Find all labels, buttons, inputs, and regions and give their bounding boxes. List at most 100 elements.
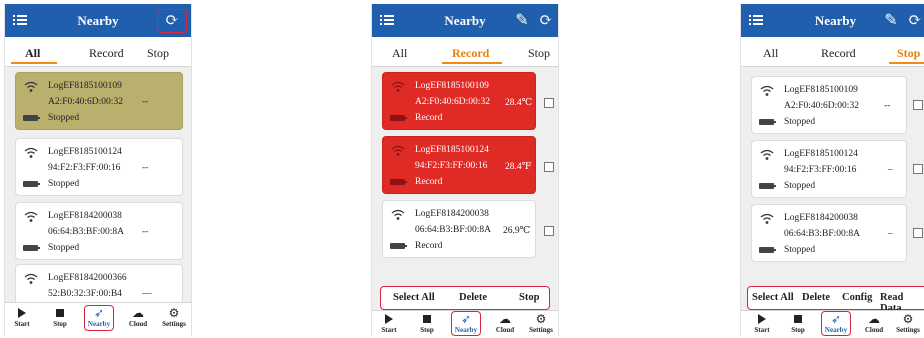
device-status: Stopped <box>784 181 816 191</box>
device-status: Stopped <box>48 243 80 253</box>
tab-bar: All Record Stop <box>741 37 924 67</box>
tab-record[interactable]: Record <box>89 46 124 61</box>
refresh-icon[interactable]: ⟳ <box>905 11 924 31</box>
wifi-icon <box>24 211 38 223</box>
nav-nearby[interactable]: ➶ Nearby <box>84 305 114 331</box>
tab-bar: All Record Stop <box>5 37 191 67</box>
device-card[interactable]: LogEF8184200038 06:64:B3:BF:00:8A 26.9℃ … <box>382 200 536 258</box>
wifi-icon <box>391 81 405 93</box>
device-mac: 06:64:B3:BF:00:8A <box>784 229 861 239</box>
config-button[interactable]: Config <box>842 292 872 303</box>
nav-settings[interactable]: ⚙ Settings <box>159 306 189 329</box>
refresh-icon[interactable]: ⟳ <box>157 9 187 33</box>
nav-settings[interactable]: ⚙ Settings <box>526 312 556 335</box>
tab-all[interactable]: All <box>763 46 778 61</box>
battery-icon <box>23 181 40 187</box>
device-mac: 06:64:B3:BF:00:8A <box>48 227 125 237</box>
device-status: Record <box>415 113 443 123</box>
device-mac: A2:F0:40:6D:00:32 <box>415 97 490 107</box>
select-checkbox[interactable] <box>544 162 554 172</box>
tab-indicator <box>11 62 57 64</box>
nav-settings[interactable]: ⚙ Settings <box>893 312 923 335</box>
play-icon <box>7 306 37 320</box>
device-name: LogEF8185100109 <box>48 81 122 91</box>
edit-icon[interactable]: ✎ <box>512 11 532 31</box>
device-card[interactable]: LogEF8185100109 A2:F0:40:6D:00:32 -- Sto… <box>15 72 183 130</box>
screen-all-tab: Nearby ⟳ All Record Stop LogEF8185100109… <box>4 4 192 336</box>
nav-stop[interactable]: Stop <box>412 312 442 335</box>
stop-button[interactable]: Stop <box>519 292 539 303</box>
nav-stop[interactable]: Stop <box>45 306 75 329</box>
wifi-icon <box>391 145 405 157</box>
tab-all[interactable]: All <box>25 46 40 61</box>
nav-start[interactable]: Start <box>7 306 37 329</box>
select-all-button[interactable]: Select All <box>393 292 435 303</box>
device-name: LogEF8184200038 <box>415 209 489 219</box>
device-card[interactable]: LogEF8184200038 06:64:B3:BF:00:8A -- Sto… <box>15 202 183 260</box>
bottom-nav: Start Stop ➶ Nearby ☁ Cloud ⚙ Settings <box>372 310 558 336</box>
compass-icon: ➶ <box>460 312 472 326</box>
device-card[interactable]: LogEF8185100124 94:F2:F3:FF:00:16 28.4℉ … <box>382 136 536 194</box>
gear-icon: ⚙ <box>535 312 547 326</box>
device-card[interactable]: LogEF8185100109 A2:F0:40:6D:00:32 -- Sto… <box>751 76 907 134</box>
battery-icon <box>759 119 776 125</box>
bottom-nav: Start Stop ➶ Nearby ☁ Cloud ⚙ Settings <box>5 302 191 336</box>
nav-stop[interactable]: Stop <box>783 312 813 335</box>
compass-icon: ➶ <box>830 312 842 326</box>
select-checkbox[interactable] <box>913 228 923 238</box>
select-checkbox[interactable] <box>913 100 923 110</box>
device-value: — <box>142 289 152 299</box>
play-icon <box>747 312 777 326</box>
tab-record[interactable]: Record <box>452 46 489 61</box>
bottom-nav: Start Stop ➶ Nearby ☁ Cloud ⚙ Settings <box>741 310 924 336</box>
select-checkbox[interactable] <box>544 98 554 108</box>
device-value: -- <box>142 227 149 237</box>
device-name: LogEF8184200038 <box>784 213 858 223</box>
play-icon <box>374 312 404 326</box>
wifi-icon <box>760 85 774 97</box>
device-mac: A2:F0:40:6D:00:32 <box>48 97 123 107</box>
stop-icon <box>783 312 813 326</box>
cloud-icon: ☁ <box>132 306 144 320</box>
battery-icon <box>759 247 776 253</box>
gear-icon: ⚙ <box>168 306 180 320</box>
nav-nearby[interactable]: ➶ Nearby <box>451 311 481 336</box>
wifi-icon <box>24 147 38 159</box>
wifi-icon <box>391 209 405 221</box>
select-checkbox[interactable] <box>913 164 923 174</box>
top-bar: Nearby ✎ ⟳ <box>372 4 558 37</box>
battery-icon <box>390 115 407 121</box>
tab-stop[interactable]: Stop <box>528 46 550 61</box>
nav-cloud[interactable]: ☁ Cloud <box>490 312 520 335</box>
tab-stop[interactable]: Stop <box>147 46 169 61</box>
stop-icon <box>412 312 442 326</box>
device-card[interactable]: LogEF8185100124 94:F2:F3:FF:00:16 -- Sto… <box>15 138 183 196</box>
tab-record[interactable]: Record <box>821 46 856 61</box>
device-value: – <box>888 229 893 239</box>
tab-all[interactable]: All <box>392 46 407 61</box>
nav-start[interactable]: Start <box>747 312 777 335</box>
device-card[interactable]: LogEF8185100124 94:F2:F3:FF:00:16 – Stop… <box>751 140 907 198</box>
delete-button[interactable]: Delete <box>459 292 487 303</box>
nav-cloud[interactable]: ☁ Cloud <box>859 312 889 335</box>
refresh-icon[interactable]: ⟳ <box>536 11 556 31</box>
select-all-button[interactable]: Select All <box>752 292 794 303</box>
device-card[interactable]: LogEF8184200038 06:64:B3:BF:00:8A – Stop… <box>751 204 907 262</box>
device-mac: 94:F2:F3:FF:00:16 <box>784 165 857 175</box>
edit-icon[interactable]: ✎ <box>881 11 901 31</box>
select-checkbox[interactable] <box>544 226 554 236</box>
nav-start[interactable]: Start <box>374 312 404 335</box>
wifi-icon <box>760 149 774 161</box>
nav-nearby[interactable]: ➶ Nearby <box>821 311 851 336</box>
tab-stop[interactable]: Stop <box>897 46 920 61</box>
device-status: Stopped <box>784 245 816 255</box>
tab-indicator <box>889 62 924 64</box>
nav-cloud[interactable]: ☁ Cloud <box>123 306 153 329</box>
device-card[interactable]: LogEF81842000366 52:B0:32:3F:00:B4 — <box>15 264 183 304</box>
device-card[interactable]: LogEF8185100109 A2:F0:40:6D:00:32 28.4℃ … <box>382 72 536 130</box>
delete-button[interactable]: Delete <box>802 292 830 303</box>
tab-indicator <box>442 62 502 64</box>
device-name: LogEF8185100109 <box>784 85 858 95</box>
battery-icon <box>23 245 40 251</box>
device-name: LogEF8185100124 <box>784 149 858 159</box>
